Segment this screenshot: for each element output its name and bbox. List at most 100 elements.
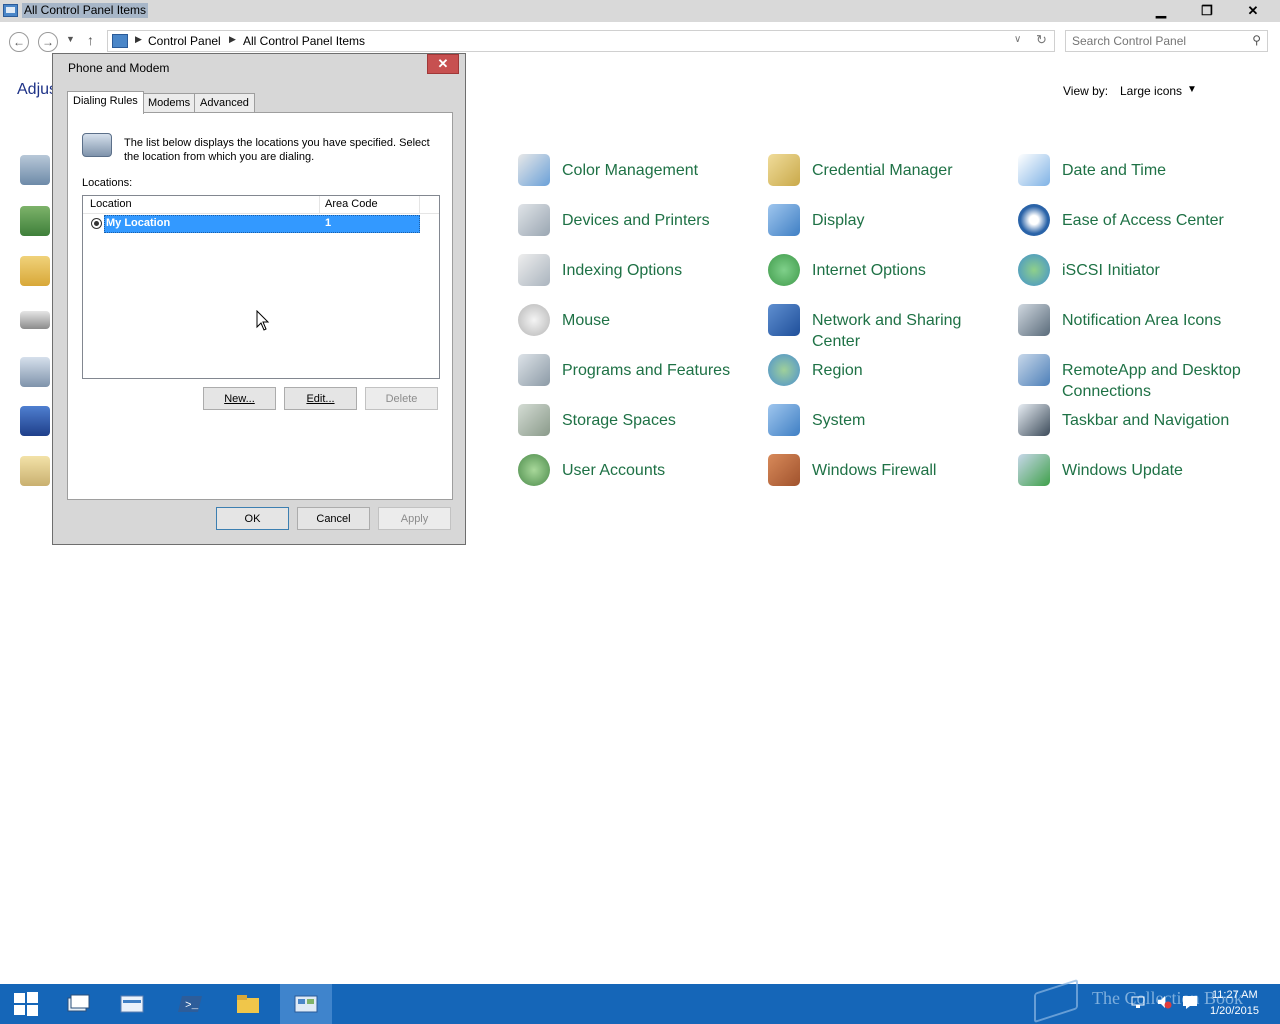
cp-item-date-and-time[interactable]: Date and Time (1018, 154, 1268, 198)
minimize-button[interactable]: ▁ (1138, 0, 1184, 21)
iscsi-initiator-icon (1018, 254, 1050, 286)
server-manager-button[interactable] (106, 984, 158, 1024)
cp-item-label[interactable]: Windows Firewall (812, 460, 936, 481)
powershell-button[interactable]: >_ (164, 984, 216, 1024)
breadcrumb-separator-icon[interactable]: ▶ (229, 34, 236, 45)
view-by-dropdown-icon[interactable]: ▼ (1187, 84, 1197, 95)
cp-item-remoteapp[interactable]: RemoteApp and Desktop Connections (1018, 354, 1268, 400)
cp-item-label[interactable]: Mouse (562, 310, 610, 331)
user-accounts-icon (518, 454, 550, 486)
recent-locations-chevron-icon[interactable]: ▼ (66, 34, 75, 44)
cp-item-user-accounts[interactable]: User Accounts (518, 454, 758, 498)
address-dropdown-icon[interactable]: ∨ (1014, 34, 1021, 45)
start-button[interactable] (0, 984, 52, 1024)
phone-modem-icon[interactable] (20, 357, 50, 387)
control-panel-taskbar-button[interactable] (280, 984, 332, 1024)
task-view-button[interactable] (52, 984, 104, 1024)
windows-logo-icon (14, 992, 38, 1016)
cp-item-label[interactable]: Taskbar and Navigation (1062, 410, 1229, 431)
column-header-area-code[interactable]: Area Code (325, 198, 378, 210)
refresh-icon[interactable]: ↻ (1036, 32, 1047, 48)
cp-item-storage-spaces[interactable]: Storage Spaces (518, 404, 758, 448)
dialog-close-button[interactable]: ✕ (427, 54, 459, 74)
system-icon (768, 404, 800, 436)
close-button[interactable]: ✕ (1230, 0, 1276, 21)
cp-item-label[interactable]: Programs and Features (562, 360, 730, 381)
delete-location-button[interactable]: Delete (365, 387, 438, 410)
cp-item-system[interactable]: System (768, 404, 1008, 448)
view-by-select[interactable]: Large icons (1120, 84, 1182, 98)
cp-item-label[interactable]: Windows Update (1062, 460, 1183, 481)
selected-location-radio[interactable] (91, 218, 102, 229)
maximize-button[interactable]: ❐ (1184, 0, 1230, 21)
cp-item-windows-update[interactable]: Windows Update (1018, 454, 1268, 498)
cp-item-indexing-options[interactable]: Indexing Options (518, 254, 758, 298)
cp-item-label[interactable]: Notification Area Icons (1062, 310, 1221, 331)
tab-advanced[interactable]: Advanced (194, 93, 255, 113)
volume-muted-tray-icon[interactable] (1156, 994, 1172, 1010)
cp-item-credential-manager[interactable]: Credential Manager (768, 154, 1008, 198)
cp-item-label[interactable]: Date and Time (1062, 160, 1166, 181)
breadcrumb-control-panel[interactable]: Control Panel (148, 34, 221, 48)
cp-item-notification-area[interactable]: Notification Area Icons (1018, 304, 1268, 348)
forward-arrow-icon[interactable]: → (38, 32, 58, 52)
up-arrow-icon[interactable]: ↑ (87, 32, 94, 48)
cp-item-programs-features[interactable]: Programs and Features (518, 354, 758, 398)
speech-recognition-icon[interactable] (20, 456, 50, 486)
cp-item-label[interactable]: Storage Spaces (562, 410, 676, 431)
cp-item-region[interactable]: Region (768, 354, 1008, 398)
cp-item-network-sharing[interactable]: Network and Sharing Center (768, 304, 1008, 350)
action-center-icon[interactable] (20, 155, 50, 185)
network-tray-icon[interactable] (1130, 994, 1146, 1010)
apply-button[interactable]: Apply (378, 507, 451, 530)
cp-item-label[interactable]: Ease of Access Center (1062, 210, 1224, 231)
cp-item-label[interactable]: Indexing Options (562, 260, 682, 281)
column-header-location[interactable]: Location (90, 198, 132, 210)
tab-modems[interactable]: Modems (142, 93, 197, 113)
storage-spaces-icon (518, 404, 550, 436)
ok-button[interactable]: OK (216, 507, 289, 530)
cp-item-label[interactable]: User Accounts (562, 460, 665, 481)
file-explorer-button[interactable] (222, 984, 274, 1024)
clock-date[interactable]: 1/20/2015 (1210, 1005, 1259, 1017)
cp-item-display[interactable]: Display (768, 204, 1008, 248)
cp-item-label[interactable]: Display (812, 210, 864, 231)
breadcrumb-separator-icon[interactable]: ▶ (135, 34, 142, 45)
search-input[interactable] (1072, 34, 1242, 48)
cp-item-label[interactable]: Credential Manager (812, 160, 953, 181)
new-location-button[interactable]: New... (203, 387, 276, 410)
address-bar[interactable]: ▶ Control Panel ▶ All Control Panel Item… (107, 30, 1055, 52)
cp-item-color-management[interactable]: Color Management (518, 154, 758, 198)
action-flag-icon[interactable] (20, 406, 50, 436)
breadcrumb-all-items[interactable]: All Control Panel Items (243, 34, 365, 48)
cp-item-label[interactable]: Devices and Printers (562, 210, 710, 231)
cp-item-label[interactable]: Internet Options (812, 260, 926, 281)
cp-item-taskbar-navigation[interactable]: Taskbar and Navigation (1018, 404, 1268, 448)
cp-item-label[interactable]: System (812, 410, 865, 431)
clock-time[interactable]: 11:27 AM (1212, 989, 1258, 1001)
cp-item-windows-firewall[interactable]: Windows Firewall (768, 454, 1008, 498)
tab-dialing-rules[interactable]: Dialing Rules (67, 91, 144, 114)
table-row[interactable]: My Location 1 (83, 215, 439, 233)
cp-item-label[interactable]: Color Management (562, 160, 698, 181)
back-arrow-icon[interactable]: ← (9, 32, 29, 52)
cancel-button[interactable]: Cancel (297, 507, 370, 530)
cp-item-label[interactable]: RemoteApp and Desktop Connections (1062, 360, 1262, 402)
internet-options-icon (768, 254, 800, 286)
action-center-tray-icon[interactable] (1182, 994, 1198, 1010)
locations-list[interactable]: Location Area Code My Location 1 (82, 195, 440, 379)
cp-item-ease-of-access[interactable]: Ease of Access Center (1018, 204, 1268, 248)
cp-item-mouse[interactable]: Mouse (518, 304, 758, 348)
search-icon[interactable]: ⚲ (1252, 33, 1261, 47)
folder-options-icon[interactable] (20, 256, 50, 286)
administrative-tools-icon[interactable] (20, 206, 50, 236)
keyboard-icon[interactable] (20, 311, 50, 329)
cp-item-label[interactable]: iSCSI Initiator (1062, 260, 1160, 281)
cp-item-internet-options[interactable]: Internet Options (768, 254, 1008, 298)
search-box[interactable]: ⚲ (1065, 30, 1268, 52)
cp-item-label[interactable]: Region (812, 360, 863, 381)
cp-item-label[interactable]: Network and Sharing Center (812, 310, 1002, 352)
cp-item-devices-and-printers[interactable]: Devices and Printers (518, 204, 758, 248)
edit-location-button[interactable]: Edit... (284, 387, 357, 410)
cp-item-iscsi-initiator[interactable]: iSCSI Initiator (1018, 254, 1268, 298)
